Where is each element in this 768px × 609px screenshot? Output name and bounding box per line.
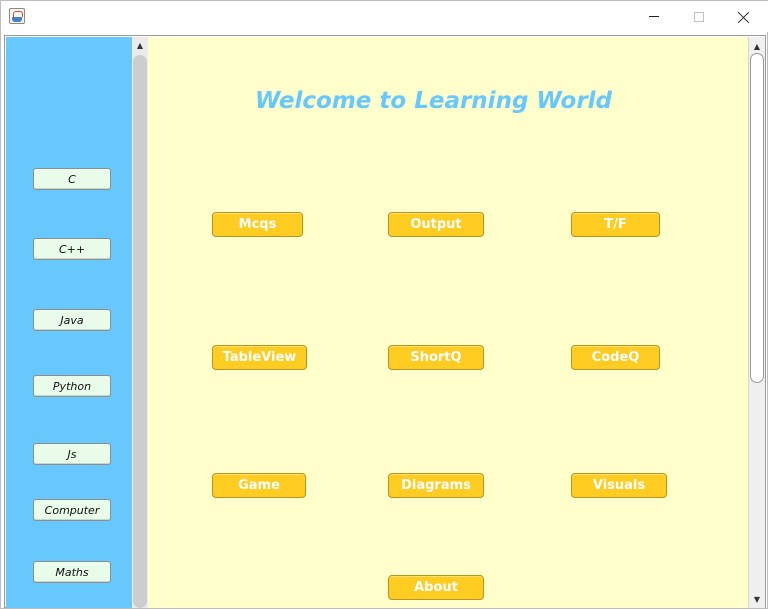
title-bar: [1, 1, 768, 32]
scrollbar-thumb[interactable]: [133, 55, 147, 608]
main-panel: Welcome to Learning World Mcqs Output T/…: [148, 37, 748, 608]
main-scrollbar[interactable]: ▲ ▼: [748, 37, 765, 608]
mcqs-button[interactable]: Mcqs: [212, 212, 303, 237]
close-icon: [738, 11, 750, 23]
true-false-button[interactable]: T/F: [571, 212, 660, 237]
sidebar-button-cpp[interactable]: C++: [33, 238, 111, 260]
sidebar-scrollbar[interactable]: ▲: [132, 37, 148, 608]
sidebar-button-c[interactable]: C: [33, 168, 111, 190]
diagrams-button[interactable]: Diagrams: [388, 473, 484, 498]
scroll-up-arrow-icon[interactable]: ▲: [132, 37, 148, 53]
maximize-button[interactable]: [676, 1, 722, 32]
visuals-button[interactable]: Visuals: [571, 473, 667, 498]
codeq-button[interactable]: CodeQ: [571, 345, 660, 370]
scrollbar-thumb[interactable]: [750, 53, 764, 383]
maximize-icon: [694, 11, 704, 22]
tableview-button[interactable]: TableView: [212, 345, 307, 370]
sidebar-button-java[interactable]: Java: [33, 309, 111, 331]
scroll-down-arrow-icon[interactable]: ▼: [749, 592, 765, 606]
output-button[interactable]: Output: [388, 212, 484, 237]
sidebar-button-computer[interactable]: Computer: [33, 499, 111, 521]
app-window: C C++ Java Python Js Computer Maths ▲ We…: [0, 0, 768, 609]
close-button[interactable]: [721, 1, 767, 32]
minimize-button[interactable]: [631, 1, 677, 32]
scroll-up-arrow-icon[interactable]: ▲: [749, 39, 765, 53]
minimize-icon: [649, 16, 659, 17]
shortq-button[interactable]: ShortQ: [388, 345, 484, 370]
sidebar-button-js[interactable]: Js: [33, 443, 111, 465]
java-app-icon: [9, 8, 25, 24]
welcome-heading: Welcome to Learning World: [255, 88, 613, 114]
sidebar-button-maths[interactable]: Maths: [33, 561, 111, 583]
game-button[interactable]: Game: [212, 473, 306, 498]
about-button[interactable]: About: [388, 575, 484, 600]
sidebar: C C++ Java Python Js Computer Maths: [6, 37, 133, 608]
sidebar-button-python[interactable]: Python: [33, 375, 111, 397]
